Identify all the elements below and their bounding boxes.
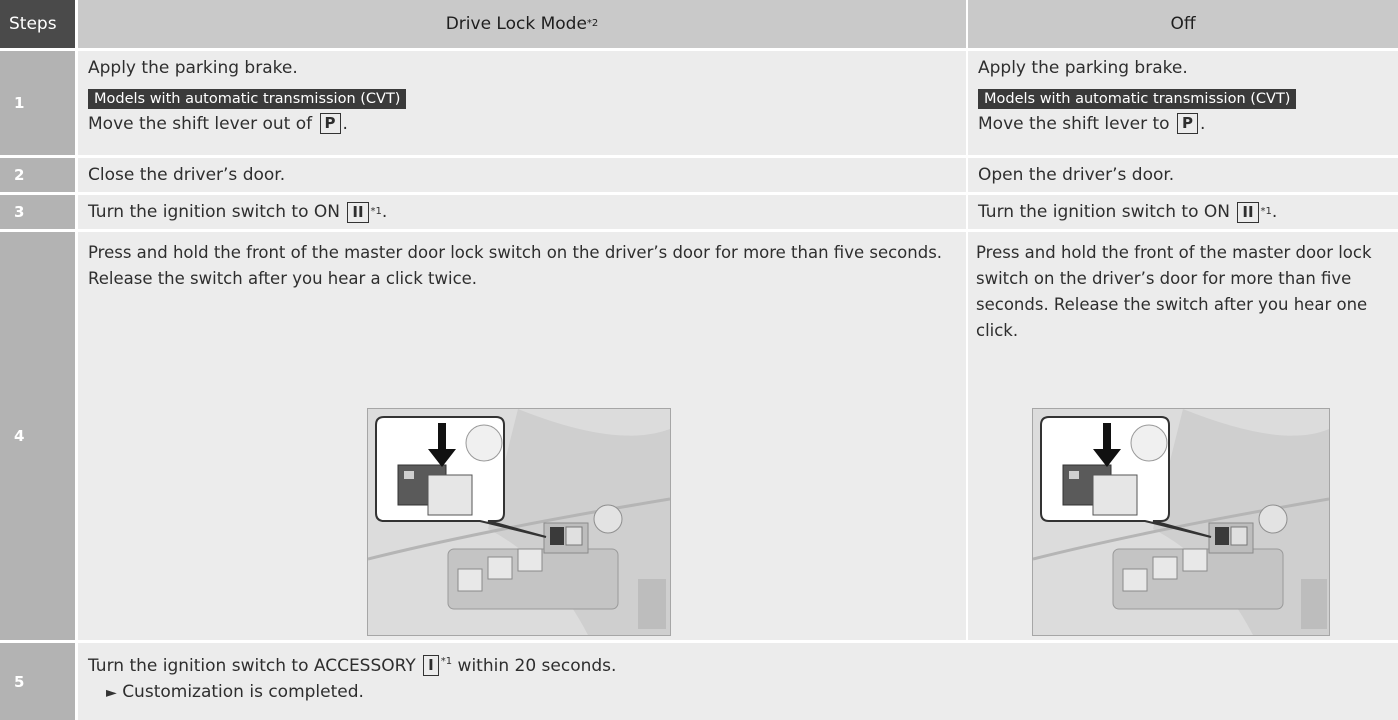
footnote-marker: *1 <box>440 656 453 667</box>
ignition-accessory-key: I <box>423 655 439 676</box>
row4-drive-lock-cell: Press and hold the front of the master d… <box>78 232 966 640</box>
instruction-text: Open the driver’s door. <box>978 165 1175 185</box>
step-number: 5 <box>0 643 75 720</box>
customization-table: Steps Drive Lock Mode *2 Off 1 Apply the … <box>0 0 1398 720</box>
model-badge: Models with automatic transmission (CVT) <box>978 89 1297 109</box>
row4-off-cell: Press and hold the front of the master d… <box>968 232 1398 640</box>
instruction-text: Move the shift lever to <box>978 114 1175 134</box>
header-off: Off <box>968 0 1398 48</box>
instruction-text: Close the driver’s door. <box>88 165 286 185</box>
ignition-on-key: II <box>347 201 369 223</box>
instruction-text: Press and hold the front of the master d… <box>88 243 943 288</box>
punctuation: . <box>342 114 348 134</box>
table-header: Steps Drive Lock Mode *2 Off <box>0 0 1398 48</box>
instruction-text: Turn the ignition switch to ON <box>978 202 1236 222</box>
header-col2-label: Off <box>1170 14 1196 34</box>
instruction-text: Move the shift lever out of <box>88 114 318 134</box>
table-row-1: 1 Apply the parking brake. Models with a… <box>0 51 1398 155</box>
step-number-label: 3 <box>14 203 25 221</box>
row5-cell: Turn the ignition switch to ACCESSORY I *… <box>78 643 1398 720</box>
header-steps-label: Steps <box>9 14 57 34</box>
step-number-label: 2 <box>14 166 25 184</box>
step-number-label: 4 <box>14 427 25 445</box>
row3-off-cell: Turn the ignition switch to ON II *1. <box>968 195 1398 229</box>
row1-drive-lock-cell: Apply the parking brake. Models with aut… <box>78 51 966 155</box>
result-text: Customization is completed. <box>122 682 364 702</box>
door-switch-drawing <box>1033 409 1329 635</box>
instruction-text: Turn the ignition switch to ACCESSORY <box>88 656 422 676</box>
punctuation: . <box>381 202 388 222</box>
door-lock-switch-illustration <box>1032 408 1330 636</box>
punctuation: . <box>1271 202 1278 222</box>
instruction-text: Turn the ignition switch to ON <box>88 202 346 222</box>
step-number-label: 5 <box>14 672 25 691</box>
row2-drive-lock-cell: Close the driver’s door. <box>78 158 966 192</box>
model-badge: Models with automatic transmission (CVT) <box>88 89 407 109</box>
black-right-pointer-icon: ► <box>106 685 117 701</box>
shift-position-key: P <box>319 113 341 134</box>
instruction-text: Apply the parking brake. <box>978 58 1188 78</box>
row3-drive-lock-cell: Turn the ignition switch to ON II *1. <box>78 195 966 229</box>
step-number-label: 1 <box>14 94 25 112</box>
table-row-2: 2 Close the driver’s door. Open the driv… <box>0 158 1398 192</box>
header-col1-label: Drive Lock Mode <box>445 14 587 34</box>
shift-position-key: P <box>1176 113 1198 134</box>
punctuation: . <box>1199 114 1206 134</box>
row1-off-cell: Apply the parking brake. Models with aut… <box>968 51 1398 155</box>
ignition-on-key: II <box>1237 201 1259 223</box>
step-number: 1 <box>0 51 75 155</box>
instruction-text: within 20 seconds. <box>452 656 617 676</box>
door-lock-switch-illustration <box>367 408 671 636</box>
table-row-3: 3 Turn the ignition switch to ON II *1. T… <box>0 195 1398 229</box>
header-drive-lock-mode: Drive Lock Mode *2 <box>78 0 966 48</box>
step-number: 3 <box>0 195 75 229</box>
table-row-5: 5 Turn the ignition switch to ACCESSORY … <box>0 643 1398 720</box>
row2-off-cell: Open the driver’s door. <box>968 158 1398 192</box>
step-number: 4 <box>0 232 75 640</box>
instruction-text: Press and hold the front of the master d… <box>976 243 1372 340</box>
instruction-text: Apply the parking brake. <box>88 58 298 78</box>
header-steps: Steps <box>0 0 75 48</box>
table-row-4: 4 Press and hold the front of the master… <box>0 232 1398 640</box>
door-switch-drawing <box>368 409 670 635</box>
step-number: 2 <box>0 158 75 192</box>
